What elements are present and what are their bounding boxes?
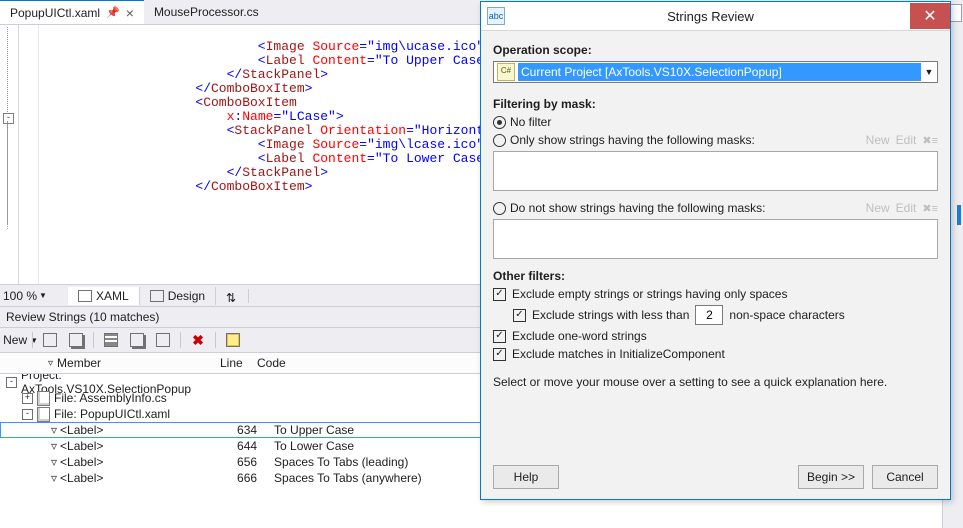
row-label: <Label> bbox=[60, 471, 237, 485]
win-icon bbox=[156, 333, 170, 347]
help-button[interactable]: Help bbox=[493, 465, 559, 489]
file-icon bbox=[37, 407, 50, 422]
radio-label: Do not show strings having the following… bbox=[510, 201, 765, 215]
filter-heading: Filtering by mask: bbox=[493, 97, 938, 111]
radio-no-filter[interactable] bbox=[493, 116, 506, 129]
row-label: File: AssemblyInfo.cs bbox=[54, 391, 231, 405]
begin-button[interactable]: Begin >> bbox=[798, 465, 864, 489]
tb-icon-5[interactable] bbox=[152, 329, 174, 351]
cb-exclude-empty[interactable]: ✓ bbox=[493, 288, 506, 301]
tb-icon-1[interactable] bbox=[39, 329, 61, 351]
only-masks-box[interactable] bbox=[493, 151, 938, 191]
tb-icon-2[interactable] bbox=[65, 329, 87, 351]
radio-label: No filter bbox=[510, 115, 551, 129]
outlining-margin[interactable]: - bbox=[0, 25, 19, 284]
row-label: <Label> bbox=[60, 455, 237, 469]
cb-label: Exclude empty strings or strings having … bbox=[512, 287, 787, 301]
view-design[interactable]: Design bbox=[140, 287, 216, 305]
row-label: <Label> bbox=[60, 423, 237, 437]
tb-icon-4[interactable] bbox=[126, 329, 148, 351]
bars-icon bbox=[104, 333, 118, 347]
pin-icon[interactable]: 📌 bbox=[106, 6, 120, 19]
tab-label: PopupUICtl.xaml bbox=[10, 6, 100, 20]
cb-label: Exclude strings with less than bbox=[532, 308, 689, 322]
xaml-icon bbox=[78, 290, 92, 302]
row-line: 644 bbox=[237, 439, 274, 453]
cb-label: Exclude matches in InitializeComponent bbox=[512, 347, 725, 361]
toolwindow-title: Review Strings (10 matches) bbox=[6, 310, 159, 324]
expand-toggle[interactable]: + bbox=[22, 393, 33, 404]
row-line: 656 bbox=[237, 455, 274, 469]
filter-icon: ▿ bbox=[51, 423, 57, 437]
new-button[interactable]: ✶ New ▼ bbox=[4, 329, 26, 351]
dialog-title: Strings Review bbox=[511, 9, 910, 24]
tb-icon-3[interactable] bbox=[100, 329, 122, 351]
radio-label: Only show strings having the following m… bbox=[510, 133, 755, 147]
x-icon: ✖ bbox=[192, 333, 204, 347]
other-heading: Other filters: bbox=[493, 269, 938, 283]
radio-only-masks[interactable] bbox=[493, 134, 506, 147]
cb-label: Exclude one-word strings bbox=[512, 329, 647, 343]
scope-heading: Operation scope: bbox=[493, 43, 938, 57]
zoom-combo[interactable]: 100 % ▼ bbox=[3, 289, 65, 303]
close-button[interactable]: ✕ bbox=[910, 3, 950, 29]
editor-tab-popupuictl[interactable]: PopupUICtl.xaml 📌 × bbox=[0, 0, 144, 24]
expand-toggle[interactable]: - bbox=[6, 377, 17, 388]
swap-icon: ⇅ bbox=[226, 291, 238, 301]
collapse-toggle[interactable]: - bbox=[3, 113, 14, 124]
mask-new-link[interactable]: New bbox=[866, 201, 890, 215]
copy-icon bbox=[130, 333, 144, 347]
dup-icon bbox=[69, 333, 83, 347]
mask-new-link[interactable]: New bbox=[866, 133, 890, 147]
cb-init-component[interactable]: ✓ bbox=[493, 348, 506, 361]
mask-delete-icon[interactable]: ✖≡ bbox=[922, 134, 938, 147]
zoom-value: 100 % bbox=[3, 289, 37, 303]
mask-edit-link[interactable]: Edit bbox=[896, 201, 917, 215]
cb-label: non-space characters bbox=[729, 308, 844, 322]
dialog-icon: abc bbox=[487, 7, 505, 25]
cb-one-word[interactable]: ✓ bbox=[493, 330, 506, 343]
col-member[interactable]: ▿ Member bbox=[48, 356, 220, 370]
view-swap[interactable]: ⇅ bbox=[216, 289, 249, 303]
expand-toggle[interactable]: - bbox=[22, 409, 33, 420]
file-icon bbox=[37, 391, 50, 406]
except-masks-box[interactable] bbox=[493, 219, 938, 259]
grid-icon bbox=[43, 333, 57, 347]
chevron-down-icon[interactable]: ▼ bbox=[39, 291, 47, 300]
close-icon[interactable]: × bbox=[126, 6, 134, 20]
filter-icon: ▿ bbox=[51, 439, 57, 453]
editor-tab-mouseprocessor[interactable]: MouseProcessor.cs bbox=[144, 0, 269, 24]
row-label: <Label> bbox=[60, 439, 237, 453]
scope-value: Current Project [AxTools.VS10X.Selection… bbox=[518, 63, 921, 81]
tab-label: MouseProcessor.cs bbox=[154, 5, 259, 19]
mask-delete-icon[interactable]: ✖≡ bbox=[922, 202, 938, 215]
row-line: 634 bbox=[237, 423, 274, 437]
tb-icon-highlight[interactable] bbox=[222, 329, 244, 351]
filter-icon: ▿ bbox=[51, 471, 57, 485]
sparkle-icon: ✶ bbox=[0, 334, 1, 347]
col-code[interactable]: Code bbox=[257, 356, 286, 370]
design-icon bbox=[150, 290, 164, 302]
cancel-button[interactable]: Cancel bbox=[872, 465, 938, 489]
row-line: 666 bbox=[237, 471, 274, 485]
hint-text: Select or move your mouse over a setting… bbox=[493, 375, 938, 389]
scope-combo[interactable]: C# Current Project [AxTools.VS10X.Select… bbox=[493, 61, 938, 83]
view-xaml[interactable]: XAML bbox=[68, 287, 140, 305]
strings-review-dialog: abc Strings Review ✕ Operation scope: C#… bbox=[480, 1, 951, 500]
col-line[interactable]: Line bbox=[220, 356, 257, 370]
radio-except-masks[interactable] bbox=[493, 202, 506, 215]
filter-icon: ▿ bbox=[48, 358, 53, 369]
cb-min-chars[interactable]: ✓ bbox=[513, 309, 526, 322]
csharp-icon: C# bbox=[497, 63, 515, 81]
highlight-icon bbox=[226, 333, 240, 347]
change-margin bbox=[19, 25, 27, 284]
chevron-down-icon[interactable]: ▼ bbox=[921, 67, 937, 77]
tb-icon-skip[interactable]: ✖ bbox=[187, 329, 209, 351]
row-label: File: PopupUICtl.xaml bbox=[54, 407, 231, 421]
min-chars-input[interactable] bbox=[695, 305, 723, 325]
filter-icon: ▿ bbox=[51, 455, 57, 469]
mask-edit-link[interactable]: Edit bbox=[896, 133, 917, 147]
